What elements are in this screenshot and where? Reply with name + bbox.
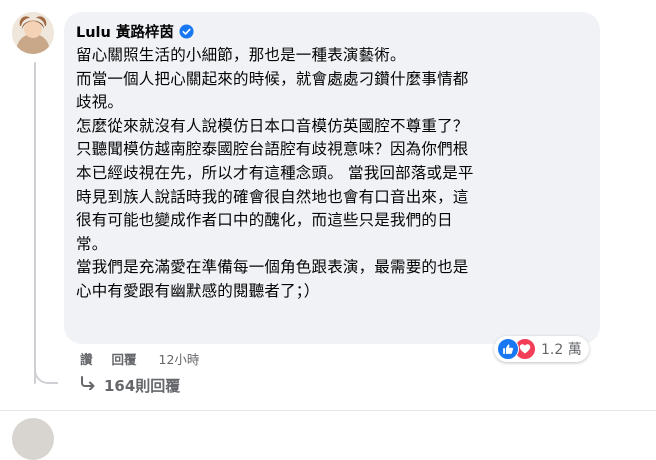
- comment-line: 只聽聞模仿越南腔泰國腔台語腔有歧視意味？因為你們根: [76, 140, 469, 159]
- author-name[interactable]: Lulu 黃路梓茵: [76, 21, 174, 42]
- comment-line: 很有可能也變成作者口中的醜化，而這些只是我們的日: [76, 211, 453, 230]
- view-replies-button[interactable]: 164則回覆: [80, 375, 180, 395]
- comment-line: 心中有愛跟有幽默感的閱聽者了；）: [76, 281, 320, 300]
- comment-line: 時見到族人說話時我的確會很自然地也會有口音出來，這: [76, 187, 469, 206]
- comment-line: 留心關照生活的小細節，那也是一種表演藝術。: [76, 46, 406, 64]
- next-comment-avatar[interactable]: [12, 418, 54, 460]
- reply-arrow-icon: [80, 376, 96, 394]
- comment-line: 怎麼從來就沒有人說模仿日本口音模仿英國腔不尊重了？: [76, 116, 469, 135]
- reaction-summary[interactable]: 1.2 萬: [494, 336, 589, 362]
- view-replies-label: 164則回覆: [104, 376, 181, 395]
- like-button[interactable]: 讚: [80, 349, 93, 368]
- verified-badge-icon: [179, 23, 194, 39]
- avatar[interactable]: [12, 12, 54, 54]
- reply-button[interactable]: 回覆: [112, 349, 137, 368]
- like-icon: [497, 338, 519, 360]
- comment-line: 歧視。: [76, 93, 124, 112]
- reaction-count: 1.2 萬: [541, 342, 582, 358]
- thread-line: [34, 62, 36, 384]
- comment-line: 而當一個人把心關起來的時候，就會處處刁鑽什麼事情都: [76, 69, 469, 88]
- comment-line: 常。: [76, 234, 108, 253]
- comment-bubble: Lulu 黃路梓茵 留心關照生活的小細節，那也是一種表演藝術。 而當一個人把心關…: [64, 12, 600, 344]
- comment-actions: 讚 回覆 12小時: [80, 349, 199, 367]
- divider: [0, 410, 656, 411]
- timestamp[interactable]: 12小時: [159, 349, 200, 368]
- comment-line: 本已經歧視在先，所以才有這種念頭。 當我回部落或是平: [76, 163, 474, 182]
- comment-line: 當我們是充滿愛在準備每一個角色跟表演，最需要的也是: [76, 258, 469, 277]
- comment-text: 留心關照生活的小細節，那也是一種表演藝術。 而當一個人把心關起來的時候，就會處處…: [76, 44, 588, 304]
- thread-connector: [34, 362, 58, 384]
